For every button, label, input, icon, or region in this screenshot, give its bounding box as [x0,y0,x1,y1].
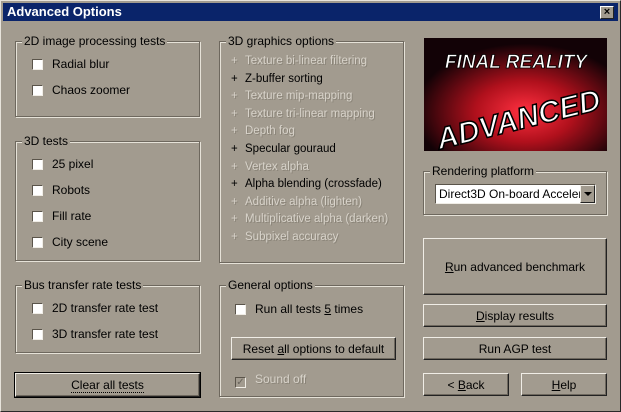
plus-icon: + [231,72,238,85]
checkbox-box[interactable] [32,211,43,222]
checkbox-label: 25 pixel [52,157,94,171]
graphics-option-label: Texture mip-mapping [245,90,353,103]
bus-tests-legend: Bus transfer rate tests [22,278,144,292]
logo-graphic: FINAL REALITY ADVANCED [424,38,607,151]
graphics-option: + Additive alpha (lighten) [231,193,362,211]
reset-label: Reset all options to default [242,341,385,356]
plus-icon: + [231,195,238,208]
checkbox-box[interactable] [32,329,43,340]
checkbox-robots[interactable]: Robots [32,182,90,198]
back-button[interactable]: < Back [423,373,509,396]
checkbox-box[interactable] [32,185,43,196]
final-reality-logo: FINAL REALITY ADVANCED [424,38,607,151]
rendering-platform-select[interactable]: Direct3D On-board Accelerator [435,184,596,204]
checkbox-3d-transfer[interactable]: 3D transfer rate test [32,326,158,342]
help-button[interactable]: Help [521,373,607,396]
chevron-down-icon[interactable] [580,185,595,203]
graphics-option-label: Depth fog [245,125,295,138]
close-icon[interactable]: × [600,6,614,19]
plus-icon: + [231,90,238,103]
run-all-label: Run all tests 5 times [255,302,364,316]
graphics-option[interactable]: + Specular gouraud [231,140,336,158]
run-bench-label: Run advanced benchmark [444,259,586,274]
selected-value: Direct3D On-board Accelerator [439,187,596,201]
title-bar: Advanced Options × [3,3,618,21]
graphics-option: + Depth fog [231,122,295,140]
checkbox-city-scene[interactable]: City scene [32,234,108,250]
graphics-option-label: Texture tri-linear mapping [245,107,375,120]
checkbox-label: Sound off [255,372,307,386]
graphics-option: + Multiplicative alpha (darken) [231,210,388,228]
graphics-option-label: Specular gouraud [245,143,336,155]
graphics-option-label: Z-buffer sorting [245,72,323,85]
plus-icon: + [231,231,238,243]
plus-icon: + [231,178,238,191]
checkbox-label: 2D transfer rate test [52,301,159,315]
checkbox-label: Fill rate [52,209,92,223]
graphics-option-label: Subpixel accuracy [245,231,339,243]
checkbox-2d-transfer[interactable]: 2D transfer rate test [32,300,158,316]
graphics-option-label: Multiplicative alpha (darken) [245,213,389,226]
tests-3d-legend: 3D tests [22,134,71,148]
graphics-option-label: Alpha blending (crossfade) [245,178,382,191]
plus-icon: + [231,213,238,226]
checkbox-run-all-5-times[interactable]: Run all tests 5 times [235,301,363,317]
plus-icon: + [231,107,238,120]
agp-label: Run AGP test [478,341,552,356]
plus-icon: + [231,143,238,155]
checkbox-fill-rate[interactable]: Fill rate [32,208,91,224]
window-title: Advanced Options [7,4,122,19]
graphics-options-legend: 3D graphics options [226,34,337,48]
reset-all-options-button[interactable]: Reset all options to default [231,337,396,360]
plus-icon: + [231,125,238,138]
checkbox-box [235,377,246,388]
rendering-platform-legend: Rendering platform [430,164,537,178]
checkbox-box[interactable] [32,237,43,248]
graphics-option-label: Additive alpha (lighten) [245,195,362,208]
run-advanced-benchmark-button[interactable]: Run advanced benchmark [423,238,607,295]
graphics-option: + Vertex alpha [231,158,309,176]
checkbox-label: City scene [52,235,109,249]
checkbox-label: Robots [52,183,91,197]
back-label: < Back [447,377,485,392]
clear-all-tests-button[interactable]: Clear all tests [14,372,201,398]
image-tests-group: 2D image processing tests [15,34,200,117]
logo-line1: FINAL REALITY [445,52,589,73]
checkbox-box[interactable] [32,85,43,96]
image-tests-legend: 2D image processing tests [22,34,168,48]
graphics-option: + Subpixel accuracy [231,228,338,246]
checkbox-label: Chaos zoomer [52,83,131,97]
checkbox-radial-blur[interactable]: Radial blur [32,56,109,72]
checkbox-box[interactable] [235,304,246,315]
display-label: Display results [475,308,555,323]
checkbox-sound-off: Sound off [235,371,307,388]
run-agp-test-button[interactable]: Run AGP test [423,337,607,360]
graphics-option-label: Texture bi-linear filtering [245,55,368,67]
checkbox-label: Radial blur [52,57,110,71]
checkbox-chaos-zoomer[interactable]: Chaos zoomer [32,82,130,98]
clear-all-label: Clear all tests [71,377,144,393]
bus-tests-group: Bus transfer rate tests [15,278,200,353]
checkbox-25-pixel[interactable]: 25 pixel [32,156,93,172]
checkbox-label: 3D transfer rate test [52,327,159,341]
graphics-option: + Texture tri-linear mapping [231,105,375,123]
general-options-legend: General options [226,278,315,292]
plus-icon: + [231,55,238,67]
checkbox-box[interactable] [32,159,43,170]
checkbox-box[interactable] [32,59,43,70]
graphics-option: + Texture mip-mapping [231,87,352,105]
graphics-option[interactable]: + Alpha blending (crossfade) [231,175,382,193]
graphics-option-label: Vertex alpha [245,160,309,173]
advanced-options-dialog: Advanced Options × 2D image processing t… [0,0,621,412]
display-results-button[interactable]: Display results [423,304,607,327]
graphics-option[interactable]: + Z-buffer sorting [231,70,323,88]
help-label: Help [551,377,577,392]
graphics-option: + Texture bi-linear filtering [231,52,367,70]
checkbox-box[interactable] [32,303,43,314]
plus-icon: + [231,160,238,173]
